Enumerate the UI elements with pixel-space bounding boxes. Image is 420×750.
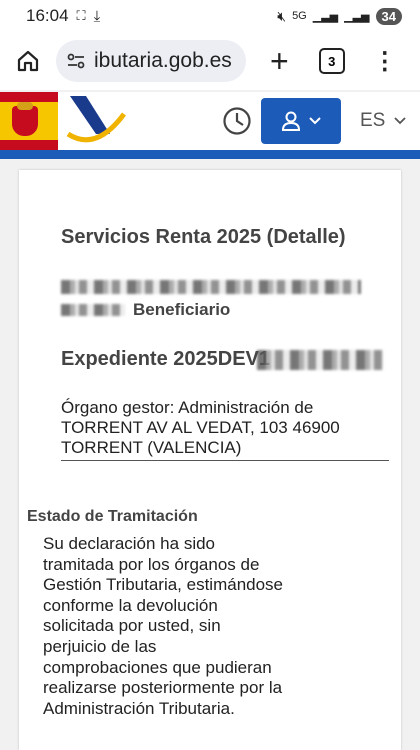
signal-icon-2: ▁▃▅: [344, 10, 370, 23]
estado-heading: Estado de Tramitación: [27, 508, 198, 525]
redacted-name-line: [61, 280, 361, 294]
agencia-tributaria-logo[interactable]: [66, 94, 126, 148]
redacted-expediente: [257, 350, 383, 370]
user-menu-button[interactable]: [261, 98, 341, 144]
site-settings-icon: [67, 53, 85, 69]
home-icon: [17, 50, 39, 72]
organo-gestor: Órgano gestor: Administración de TORRENT…: [61, 398, 389, 461]
header-divider: [0, 150, 420, 159]
language-selector[interactable]: ES: [360, 110, 407, 132]
tab-switcher-button[interactable]: 3: [318, 48, 345, 74]
more-menu-icon[interactable]: ⋮: [373, 47, 397, 76]
status-bar: 16:04 ⛶ ⤓ 🔇︎ 5G ▁▃▅ ▁▃▅ 34: [0, 0, 420, 32]
site-header: ES: [0, 92, 420, 150]
url-text: ibutaria.gob.es: [94, 49, 232, 72]
estado-text: Su declaración ha sido tramitada por los…: [43, 534, 284, 718]
battery-icon: 34: [375, 7, 402, 25]
expediente-number: Expediente 2025DEV1: [61, 348, 270, 370]
redacted-name-line-2: [61, 304, 125, 316]
detail-card: Servicios Renta 2025 (Detalle) Beneficia…: [19, 170, 401, 750]
network-label: 5G: [292, 10, 307, 22]
screenshot-icon: ⛶: [76, 8, 86, 23]
chevron-down-icon: [309, 117, 321, 125]
new-tab-button[interactable]: +: [270, 45, 289, 77]
home-button[interactable]: [0, 49, 56, 73]
mute-icon: 🔇︎: [277, 7, 287, 24]
browser-toolbar: ibutaria.gob.es + 3 ⋮: [0, 32, 420, 90]
signal-icon: ▁▃▅: [312, 10, 339, 23]
clock-icon[interactable]: [222, 106, 252, 136]
spain-coat-of-arms-logo: [0, 92, 58, 150]
page-title: Servicios Renta 2025 (Detalle): [61, 226, 346, 248]
chevron-down-icon: [394, 117, 406, 125]
user-icon: [281, 111, 301, 131]
role-label: Beneficiario: [133, 300, 231, 319]
language-label: ES: [360, 110, 386, 131]
status-time: 16:04: [26, 6, 69, 25]
download-icon: ⤓: [93, 7, 101, 25]
address-bar[interactable]: ibutaria.gob.es: [56, 40, 246, 82]
